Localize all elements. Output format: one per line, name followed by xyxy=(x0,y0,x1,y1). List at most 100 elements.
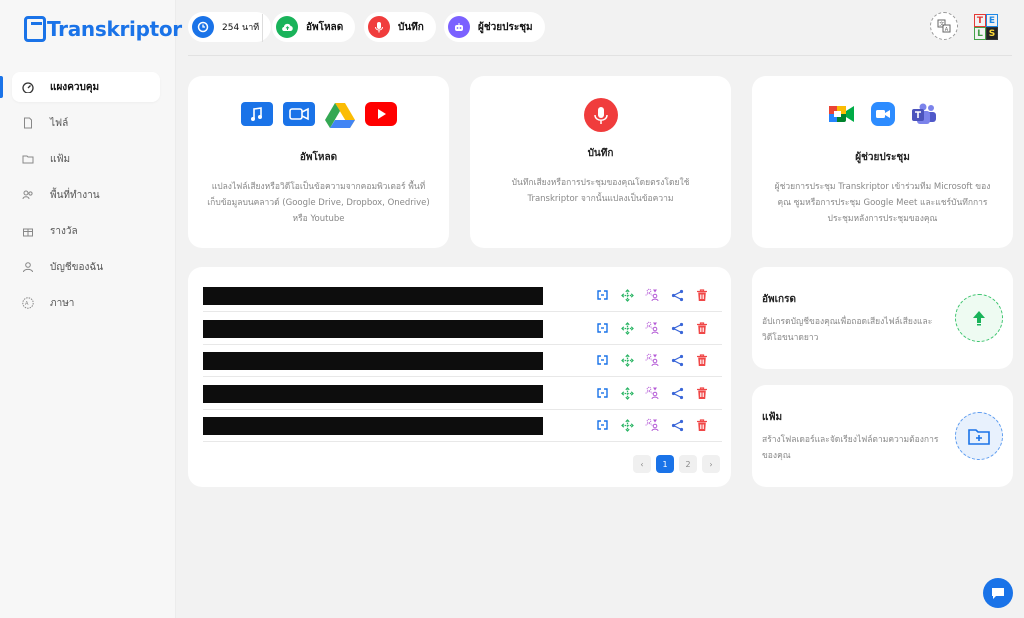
share-icon[interactable] xyxy=(670,386,684,400)
folder-plus-icon xyxy=(968,429,990,445)
delete-icon[interactable] xyxy=(695,288,709,302)
next-page-button[interactable]: › xyxy=(702,455,720,473)
prev-page-button[interactable]: ‹ xyxy=(633,455,651,473)
share-icon[interactable] xyxy=(670,353,684,367)
file-name-redacted[interactable] xyxy=(203,417,543,435)
file-actions xyxy=(595,418,709,432)
tels-logo[interactable]: T E L S xyxy=(974,14,998,40)
file-row[interactable] xyxy=(203,345,722,377)
speaker-icon[interactable] xyxy=(645,321,659,335)
translate-language-button[interactable]: 文A xyxy=(930,12,958,40)
microphone-icon xyxy=(368,16,390,38)
workspace-icon xyxy=(22,190,33,200)
upload-card[interactable]: อัพโหลด แปลงไฟล์เสียงหรือวิดีโอเป็นข้อคว… xyxy=(188,76,449,248)
assistant-card-title: ผู้ช่วยประชุม xyxy=(855,152,910,163)
delete-icon[interactable] xyxy=(695,418,709,432)
delete-icon[interactable] xyxy=(695,386,709,400)
video-icon[interactable] xyxy=(282,102,315,126)
arrow-up-icon xyxy=(973,311,985,326)
file-row[interactable] xyxy=(203,410,722,442)
assistant-card[interactable]: ผู้ช่วยประชุม ผู้ช่วยการประชุม Transkrip… xyxy=(752,76,1013,248)
upgrade-button[interactable] xyxy=(955,294,1003,342)
meeting-platforms xyxy=(752,102,1013,130)
sidebar-item-workspace[interactable]: พื้นที่ทำงาน xyxy=(12,180,160,210)
cloud-upload-icon xyxy=(276,16,298,38)
logo-text: Transkriptor xyxy=(47,17,182,41)
translate-icon[interactable] xyxy=(595,288,609,302)
divider xyxy=(262,14,263,42)
chat-support-button[interactable] xyxy=(983,578,1013,608)
file-row[interactable] xyxy=(203,280,722,312)
delete-icon[interactable] xyxy=(695,321,709,335)
record-card-description: บันทึกเสียงหรือการประชุมของคุณโดยตรงโดยใ… xyxy=(511,178,690,204)
upgrade-card[interactable]: อัพเกรด อัปเกรดบัญชีของคุณเพื่อถอดเสียงไ… xyxy=(752,267,1013,369)
music-icon[interactable] xyxy=(240,102,273,126)
sidebar-item-account[interactable]: บัญชีของฉัน xyxy=(12,252,160,282)
translate-icon[interactable] xyxy=(595,321,609,335)
assistant-button[interactable]: ผู้ช่วยประชุม xyxy=(444,12,545,42)
speaker-icon[interactable] xyxy=(645,288,659,302)
youtube-icon[interactable] xyxy=(364,102,397,126)
upload-button[interactable]: อัพโหลด xyxy=(272,12,356,42)
move-icon[interactable] xyxy=(620,386,634,400)
tels-letter: T xyxy=(974,14,986,27)
logo-icon xyxy=(24,16,46,42)
active-indicator xyxy=(0,76,3,98)
minutes-badge[interactable]: 254 นาที xyxy=(188,12,272,42)
file-actions xyxy=(595,353,709,367)
microsoft-teams-icon[interactable] xyxy=(911,102,937,126)
sidebar: Transkriptor แผงควบคุม ไฟล์ แฟ้ม พื้นที่… xyxy=(0,0,182,618)
sidebar-item-label: รางวัล xyxy=(50,225,78,237)
logo[interactable]: Transkriptor xyxy=(24,14,182,44)
file-icon xyxy=(24,117,32,129)
sidebar-item-label: แผงควบคุม xyxy=(50,81,100,93)
move-icon[interactable] xyxy=(620,418,634,432)
record-label: บันทึก xyxy=(398,21,424,33)
file-row[interactable] xyxy=(203,313,722,345)
file-name-redacted[interactable] xyxy=(203,352,543,370)
folder-title: แฟ้ม xyxy=(762,412,783,423)
minutes-label: 254 นาที xyxy=(222,23,260,33)
file-name-redacted[interactable] xyxy=(203,385,543,403)
file-name-redacted[interactable] xyxy=(203,320,543,338)
move-icon[interactable] xyxy=(620,288,634,302)
share-icon[interactable] xyxy=(670,321,684,335)
microphone-icon[interactable] xyxy=(583,98,618,132)
tels-letter: E xyxy=(986,14,998,27)
translate-icon[interactable] xyxy=(595,386,609,400)
sidebar-item-label: ภาษา xyxy=(50,297,75,309)
file-name-redacted[interactable] xyxy=(203,287,543,305)
record-card-title: บันทึก xyxy=(587,148,614,159)
folder-description: สร้างโฟลเดอร์และจัดเรียงไฟล์ตามความต้องก… xyxy=(762,435,939,461)
create-folder-button[interactable] xyxy=(955,412,1003,460)
page-button[interactable]: 1 xyxy=(656,455,674,473)
upgrade-title: อัพเกรด xyxy=(762,294,796,305)
sidebar-item-label: บัญชีของฉัน xyxy=(50,261,104,273)
sidebar-item-files[interactable]: ไฟล์ xyxy=(12,108,160,138)
folder-card[interactable]: แฟ้ม สร้างโฟลเดอร์และจัดเรียงไฟล์ตามความ… xyxy=(752,385,1013,487)
move-icon[interactable] xyxy=(620,321,634,335)
page-button[interactable]: 2 xyxy=(679,455,697,473)
translate-icon[interactable] xyxy=(595,353,609,367)
zoom-icon[interactable] xyxy=(870,102,895,126)
speaker-icon[interactable] xyxy=(645,353,659,367)
record-button[interactable]: บันทึก xyxy=(364,12,436,42)
sidebar-item-rewards[interactable]: รางวัล xyxy=(12,216,160,246)
delete-icon[interactable] xyxy=(695,353,709,367)
share-icon[interactable] xyxy=(670,288,684,302)
language-icon: A xyxy=(22,297,34,309)
speaker-icon[interactable] xyxy=(645,418,659,432)
sidebar-item-language[interactable]: A ภาษา xyxy=(12,288,160,318)
record-icon-wrap xyxy=(470,98,731,132)
speaker-icon[interactable] xyxy=(645,386,659,400)
google-drive-icon[interactable] xyxy=(324,102,355,128)
move-icon[interactable] xyxy=(620,353,634,367)
sidebar-item-folders[interactable]: แฟ้ม xyxy=(12,144,160,174)
record-card[interactable]: บันทึก บันทึกเสียงหรือการประชุมของคุณโดย… xyxy=(470,76,731,248)
translate-icon[interactable] xyxy=(595,418,609,432)
share-icon[interactable] xyxy=(670,418,684,432)
file-row[interactable] xyxy=(203,378,722,410)
google-meet-icon[interactable] xyxy=(828,102,855,126)
sidebar-item-dashboard[interactable]: แผงควบคุม xyxy=(12,72,160,102)
upload-sources xyxy=(188,102,449,130)
